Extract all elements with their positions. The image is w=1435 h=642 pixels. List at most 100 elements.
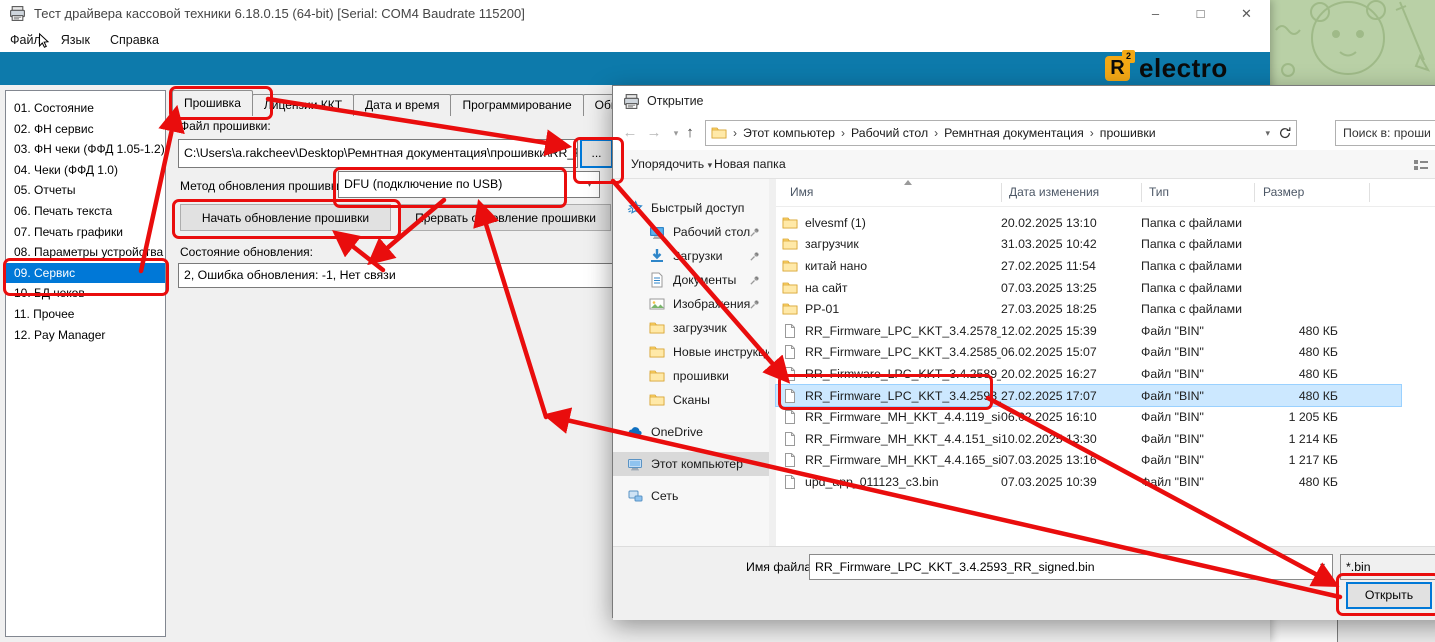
nav-item-Изображения[interactable]: Изображения (613, 292, 769, 316)
firmware-path-field[interactable]: C:\Users\a.rakcheev\Desktop\Ремнтная док… (178, 139, 578, 168)
nav-item-Рабочий стол[interactable]: Рабочий стол (613, 220, 769, 244)
nav-item-Этот компьютер[interactable]: Этот компьютер (613, 452, 769, 476)
file-name: RR_Firmware_MH_KKT_4.4.119_signed.bin (805, 410, 1001, 424)
column-header-Имя[interactable]: Имя (790, 179, 990, 206)
nav-item-Загрузки[interactable]: Загрузки (613, 244, 769, 268)
menu-item-Язык[interactable]: Язык (51, 28, 100, 52)
tab-Программирование[interactable]: Программирование (450, 94, 583, 116)
file-icon (782, 344, 798, 360)
file-row[interactable]: RR_Firmware_MH_KKT_4.4.119_signed.bin06.… (776, 406, 1401, 428)
sidebar-item[interactable]: 03. ФН чеки (ФФД 1.05-1.2) (6, 139, 165, 160)
sidebar-item[interactable]: 04. Чеки (ФФД 1.0) (6, 160, 165, 181)
file-name: RR_Firmware_LPC_KKT_3.4.2585_RR_sign... (805, 345, 1001, 359)
sidebar-item[interactable]: 02. ФН сервис (6, 119, 165, 140)
menu-item-Файл[interactable]: Файл (0, 28, 51, 52)
column-header-Размер[interactable]: Размер (1263, 179, 1353, 206)
filetype-combobox[interactable]: *.bin (1340, 554, 1435, 580)
open-button[interactable]: Открыть (1346, 582, 1432, 609)
browse-button[interactable]: ... (580, 139, 613, 168)
abort-update-button[interactable]: Прервать обновление прошивки (400, 204, 611, 231)
sidebar-item[interactable]: 09. Сервис (6, 263, 165, 284)
file-icon (782, 366, 798, 382)
back-icon[interactable]: ← (619, 116, 641, 150)
folder-icon (649, 368, 665, 384)
breadcrumb-separator-icon: › (928, 126, 944, 140)
search-input[interactable]: Поиск в: проши (1335, 120, 1435, 146)
file-name: PP-01 (805, 302, 1001, 316)
forward-icon[interactable]: → (643, 116, 665, 150)
file-row[interactable]: elvesmf (1)20.02.2025 13:10Папка с файла… (776, 212, 1401, 234)
close-button[interactable]: ✕ (1223, 0, 1270, 28)
file-row[interactable]: PP-0127.03.2025 18:25Папка с файлами (776, 298, 1401, 320)
update-method-combobox[interactable]: DFU (подключение по USB) ▾ (338, 171, 600, 198)
new-folder-button[interactable]: Новая папка (714, 150, 786, 178)
sidebar-item[interactable]: 06. Печать текста (6, 201, 165, 222)
column-header-Тип[interactable]: Тип (1149, 179, 1253, 206)
maximize-button[interactable]: □ (1178, 0, 1223, 28)
nav-item-label: загрузчик (673, 321, 727, 335)
menu-item-Справка[interactable]: Справка (100, 28, 169, 52)
up-icon[interactable]: ↑ (679, 116, 701, 150)
file-name: RR_Firmware_MH_KKT_4.4.151_signed.bin (805, 432, 1001, 446)
file-row[interactable]: RR_Firmware_LPC_KKT_3.4.2585_RR_sign...0… (776, 342, 1401, 364)
nav-item-Сеть[interactable]: Сеть (613, 484, 769, 508)
filename-input[interactable]: RR_Firmware_LPC_KKT_3.4.2593_RR_signed.b… (809, 554, 1333, 580)
file-icon (782, 431, 798, 447)
nav-item-Новые инструкции[interactable]: Новые инструкции (613, 340, 769, 364)
address-chevron-icon[interactable]: ▾ (1265, 128, 1270, 139)
breadcrumb-segment[interactable]: Этот компьютер (743, 126, 835, 140)
logo-sup-mark: 2 (1122, 50, 1135, 63)
file-type: Файл "BIN" (1141, 475, 1254, 489)
file-row[interactable]: RR_Firmware_MH_KKT_4.4.165_signed.bin07.… (776, 450, 1401, 472)
file-row[interactable]: RR_Firmware_LPC_KKT_3.4.2589_RR_sign...2… (776, 363, 1401, 385)
organize-menu[interactable]: Упорядочить ▾ (631, 150, 712, 179)
sidebar-item[interactable]: 07. Печать графики (6, 222, 165, 243)
breadcrumb[interactable]: ›Этот компьютер›Рабочий стол›Ремнтная до… (705, 120, 1297, 146)
file-date: 12.02.2025 15:39 (1001, 324, 1141, 338)
column-divider (1001, 183, 1002, 202)
sidebar-item[interactable]: 10. БД чеков (6, 283, 165, 304)
brand-band (0, 52, 1270, 85)
sidebar-item[interactable]: 12. Pay Manager (6, 325, 165, 346)
file-icon (782, 452, 798, 468)
sidebar-item[interactable]: 11. Прочее (6, 304, 165, 325)
start-update-button[interactable]: Начать обновление прошивки (180, 204, 391, 231)
file-type: Папка с файлами (1141, 281, 1254, 295)
file-name: upd_app_011123_c3.bin (805, 475, 1001, 489)
nav-item-OneDrive[interactable]: OneDrive (613, 420, 769, 444)
breadcrumb-segment[interactable]: Ремнтная документация (944, 126, 1084, 140)
tab-Лицензии ККТ[interactable]: Лицензии ККТ (252, 94, 354, 116)
sidebar-item[interactable]: 01. Состояние (6, 98, 165, 119)
file-icon (782, 409, 798, 425)
file-row[interactable]: upd_app_011123_c3.bin07.03.2025 10:39Фай… (776, 471, 1401, 493)
column-header-Дата изменения[interactable]: Дата изменения (1009, 179, 1139, 206)
tab-Дата и время[interactable]: Дата и время (353, 94, 451, 116)
file-row[interactable]: RR_Firmware_LPC_KKT_3.4.2593_RR_sign...2… (776, 385, 1401, 407)
file-row[interactable]: RR_Firmware_LPC_KKT_3.4.2578_RR_sign...1… (776, 320, 1401, 342)
nav-item-Документы[interactable]: Документы (613, 268, 769, 292)
breadcrumb-segment[interactable]: прошивки (1100, 126, 1156, 140)
view-options-icon[interactable] (1413, 156, 1429, 172)
breadcrumb-separator-icon: › (1084, 126, 1100, 140)
tab-Прошивка[interactable]: Прошивка (172, 90, 253, 116)
file-date: 20.02.2025 13:10 (1001, 216, 1141, 230)
nav-item-Быстрый доступ[interactable]: Быстрый доступ (613, 196, 769, 220)
sidebar-item[interactable]: 08. Параметры устройства (6, 242, 165, 263)
nav-item-Сканы[interactable]: Сканы (613, 388, 769, 412)
nav-item-загрузчик[interactable]: загрузчик (613, 316, 769, 340)
file-row[interactable]: китай нано27.02.2025 11:54Папка с файлам… (776, 255, 1401, 277)
file-row[interactable]: загрузчик31.03.2025 10:42Папка с файлами (776, 234, 1401, 256)
breadcrumb-segment[interactable]: Рабочий стол (851, 126, 928, 140)
minimize-button[interactable]: – (1133, 0, 1178, 28)
folder-icon (782, 215, 798, 231)
nav-item-label: Новые инструкции (673, 345, 769, 359)
nav-item-прошивки[interactable]: прошивки (613, 364, 769, 388)
folder-icon (649, 344, 665, 360)
nav-item-label: Сеть (651, 489, 678, 503)
sidebar-item[interactable]: 05. Отчеты (6, 180, 165, 201)
column-divider (1369, 183, 1370, 202)
file-row[interactable]: на сайт07.03.2025 13:25Папка с файлами (776, 277, 1401, 299)
file-date: 07.03.2025 13:25 (1001, 281, 1141, 295)
refresh-icon[interactable] (1278, 126, 1292, 140)
file-row[interactable]: RR_Firmware_MH_KKT_4.4.151_signed.bin10.… (776, 428, 1401, 450)
